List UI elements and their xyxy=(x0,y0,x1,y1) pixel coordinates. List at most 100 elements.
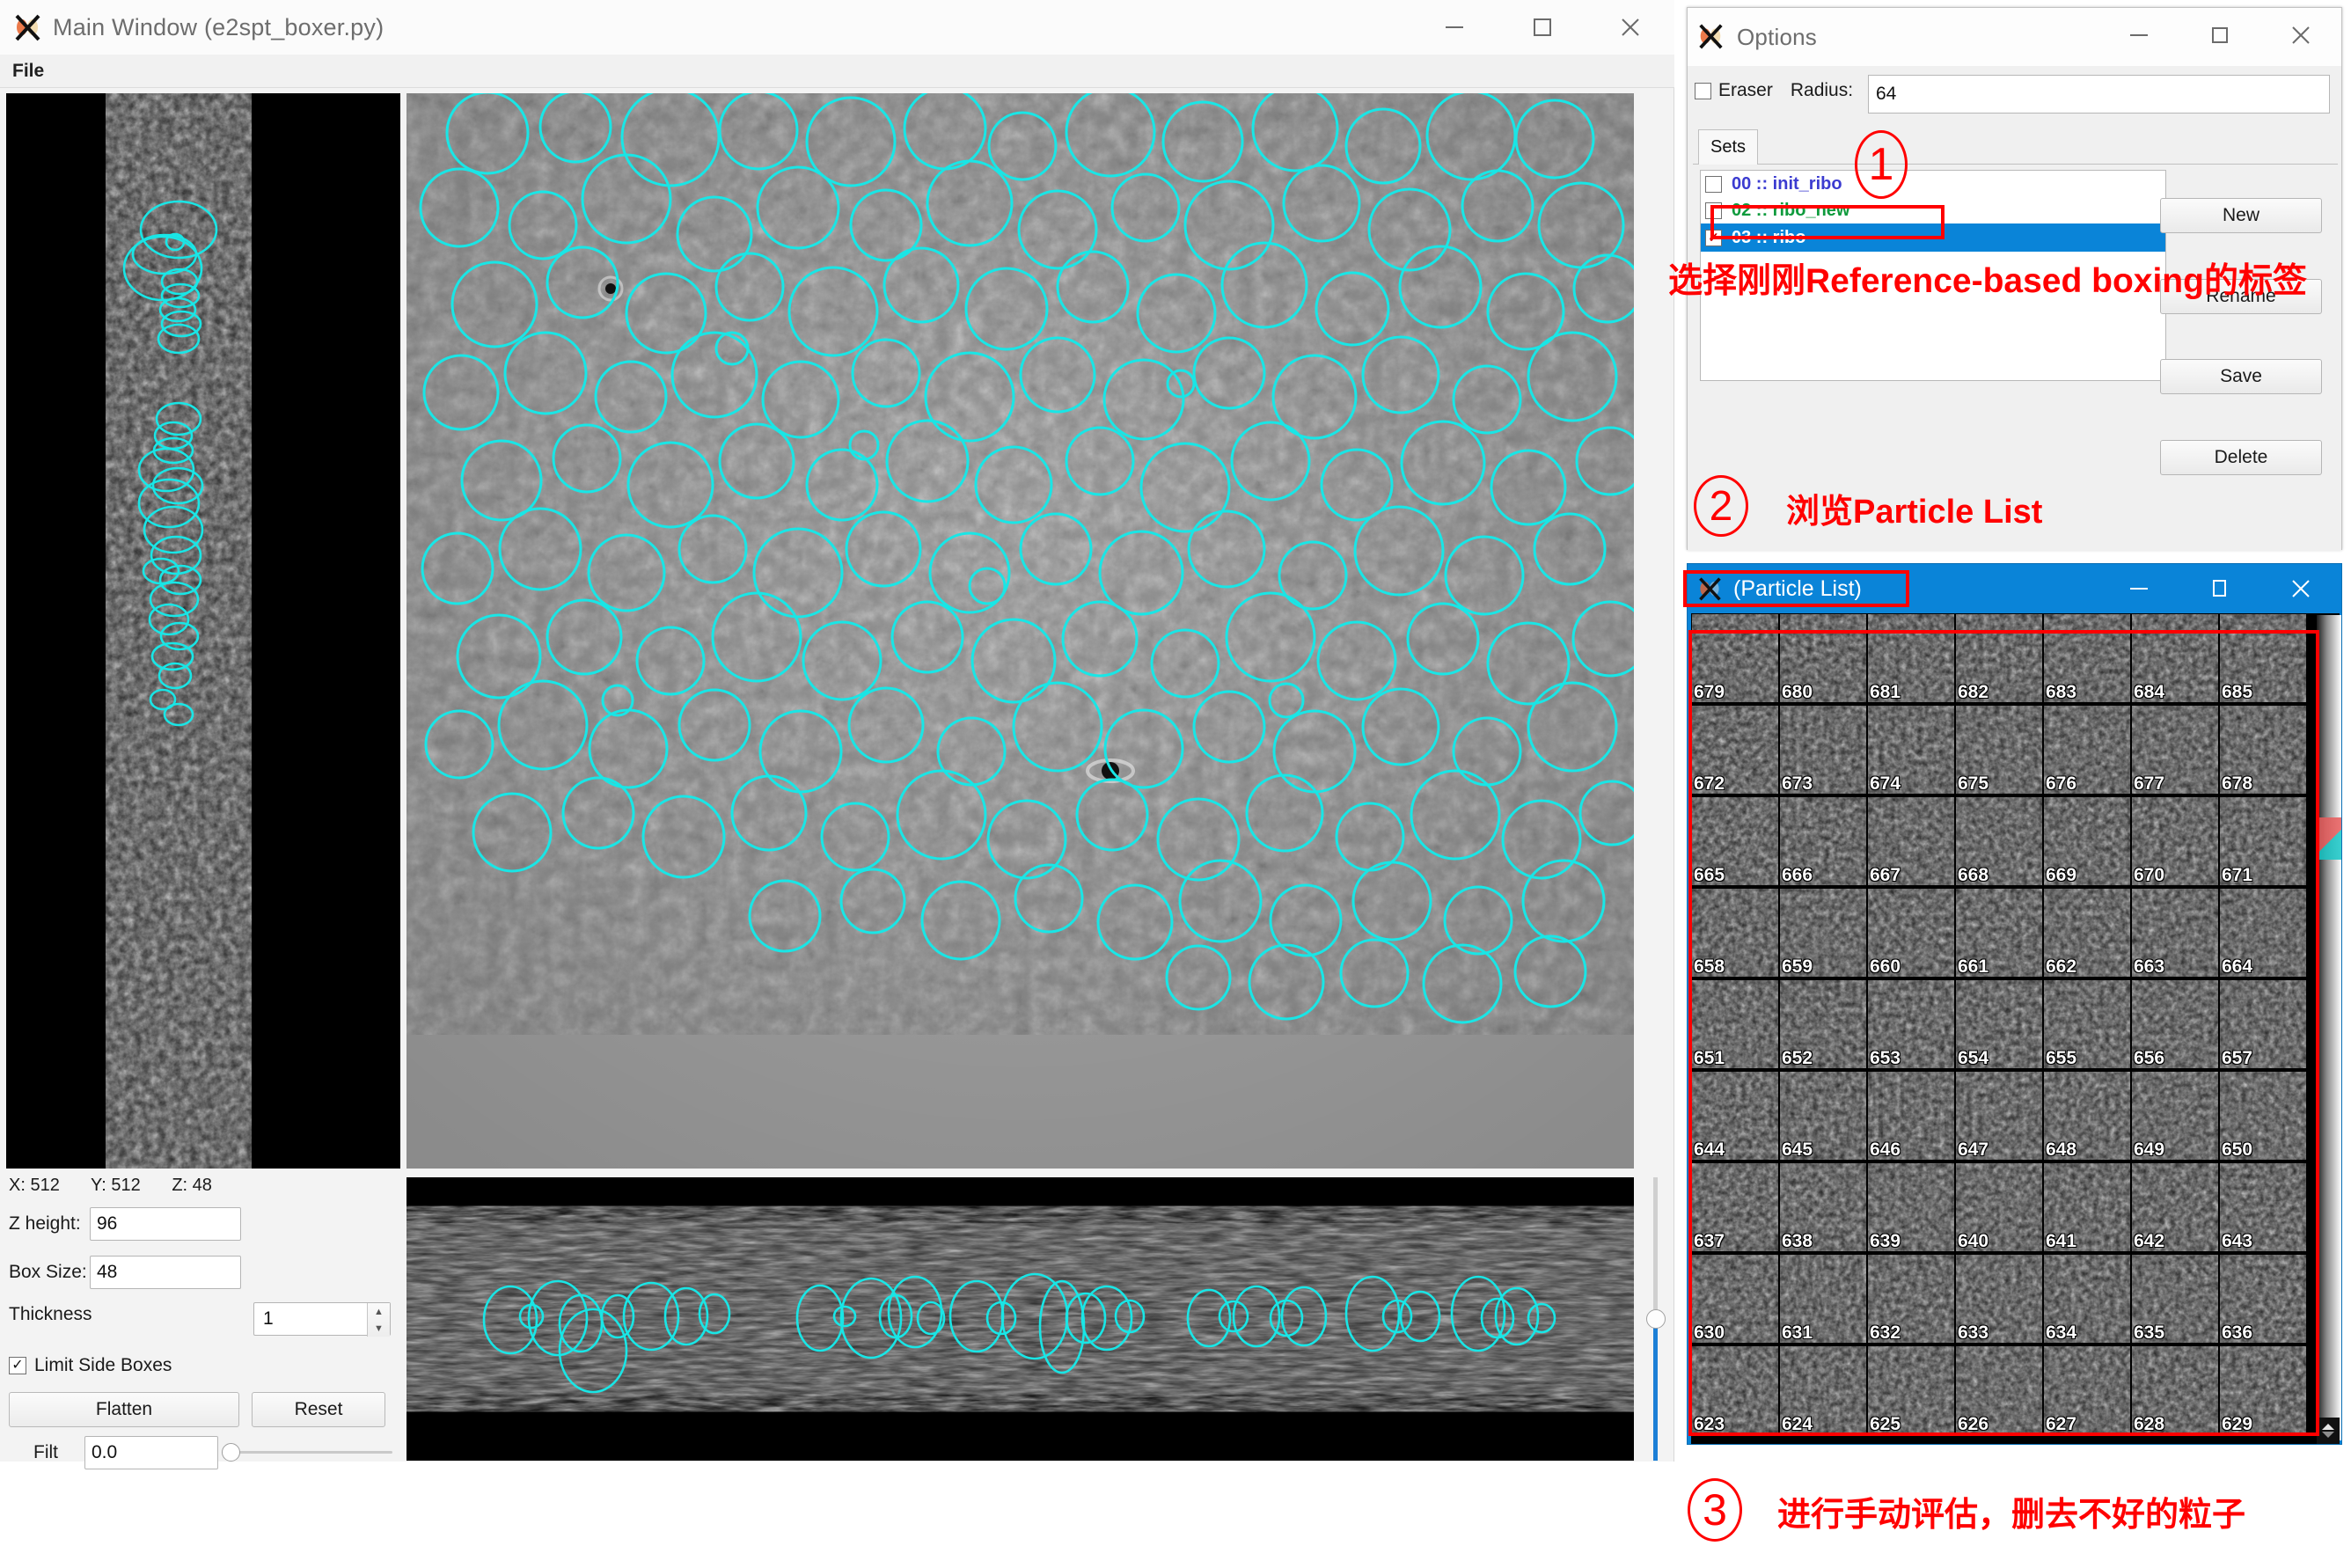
particle-thumbnail[interactable]: 681 xyxy=(1867,613,1955,705)
particle-thumbnail[interactable]: 646 xyxy=(1867,1071,1955,1162)
particle-thumbnail[interactable]: 671 xyxy=(2219,796,2307,888)
particle-thumbnail[interactable]: 675 xyxy=(1955,705,2043,796)
particle-thumbnail[interactable]: 676 xyxy=(2043,705,2131,796)
particle-thumbnail[interactable]: 672 xyxy=(1691,705,1779,796)
particle-thumbnail[interactable]: 660 xyxy=(1867,888,1955,979)
particle-thumbnail[interactable]: 645 xyxy=(1779,1071,1867,1162)
particle-thumbnail[interactable]: 626 xyxy=(1955,1345,2043,1437)
save-set-button[interactable]: Save xyxy=(2160,359,2322,394)
new-set-button[interactable]: New xyxy=(2160,198,2322,233)
chevron-down-icon[interactable]: ▼ xyxy=(374,1323,384,1334)
particle-thumbnail[interactable]: 641 xyxy=(2043,1162,2131,1254)
maximize-button[interactable] xyxy=(2179,564,2260,613)
particle-thumbnail[interactable]: 640 xyxy=(1955,1162,2043,1254)
scrollbar-thumb[interactable] xyxy=(1646,1309,1666,1329)
particle-thumbnail[interactable]: 643 xyxy=(2219,1162,2307,1254)
particle-thumbnail[interactable]: 630 xyxy=(1691,1254,1779,1345)
particle-thumbnail[interactable]: 661 xyxy=(1955,888,2043,979)
close-button[interactable] xyxy=(2260,564,2341,613)
minimize-button[interactable] xyxy=(2098,8,2179,62)
limit-side-boxes-checkbox[interactable]: ✓ xyxy=(9,1357,26,1374)
set-checkbox[interactable] xyxy=(1705,201,1722,219)
particle-grid[interactable]: 679 680 681 682 683 684 685 672 673 674 675 676 677 6… xyxy=(1691,613,2340,1444)
yz-slice-view[interactable] xyxy=(6,93,400,1169)
close-button[interactable] xyxy=(1586,0,1674,55)
xz-slice-view[interactable] xyxy=(406,1177,1634,1461)
eraser-row[interactable]: Eraser Radius: xyxy=(1695,80,1853,101)
particle-thumbnail[interactable]: 673 xyxy=(1779,705,1867,796)
filt-slider-handle[interactable] xyxy=(222,1443,240,1462)
set-list-item-1[interactable]: 02 :: ribo_new xyxy=(1701,197,2165,223)
particle-thumbnail[interactable]: 658 xyxy=(1691,888,1779,979)
particle-thumbnail[interactable]: 653 xyxy=(1867,979,1955,1071)
main-vertical-scrollbar[interactable] xyxy=(1641,1177,1669,1461)
particle-thumbnail[interactable]: 677 xyxy=(2131,705,2219,796)
particle-thumbnail[interactable]: 649 xyxy=(2131,1071,2219,1162)
particle-thumbnail[interactable]: 627 xyxy=(2043,1345,2131,1437)
scroll-down-arrow-icon[interactable] xyxy=(2317,1418,2340,1444)
flatten-button[interactable]: Flatten xyxy=(9,1392,239,1427)
maximize-button[interactable] xyxy=(1498,0,1586,55)
particle-thumbnail[interactable]: 662 xyxy=(2043,888,2131,979)
particle-thumbnail[interactable]: 639 xyxy=(1867,1162,1955,1254)
menu-item-file[interactable]: File xyxy=(0,61,53,82)
particle-thumbnail[interactable]: 636 xyxy=(2219,1254,2307,1345)
particle-thumbnail[interactable]: 669 xyxy=(2043,796,2131,888)
particle-list-scrollbar[interactable] xyxy=(2317,615,2341,1440)
particle-thumbnail[interactable]: 670 xyxy=(2131,796,2219,888)
particle-thumbnail[interactable]: 634 xyxy=(2043,1254,2131,1345)
minimize-button[interactable] xyxy=(1410,0,1498,55)
minimize-button[interactable] xyxy=(2098,564,2179,613)
scrollbar-thumb[interactable] xyxy=(2317,817,2341,860)
particle-thumbnail[interactable]: 637 xyxy=(1691,1162,1779,1254)
particle-thumbnail[interactable]: 685 xyxy=(2219,613,2307,705)
set-checkbox[interactable]: ✓ xyxy=(1705,229,1722,246)
particle-thumbnail[interactable]: 631 xyxy=(1779,1254,1867,1345)
particle-thumbnail[interactable]: 635 xyxy=(2131,1254,2219,1345)
tab-sets[interactable]: Sets xyxy=(1698,129,1758,165)
set-checkbox[interactable] xyxy=(1705,175,1722,193)
particle-thumbnail[interactable]: 668 xyxy=(1955,796,2043,888)
maximize-button[interactable] xyxy=(2179,8,2260,62)
limit-side-boxes-row[interactable]: ✓ Limit Side Boxes xyxy=(9,1355,172,1376)
particle-thumbnail[interactable]: 625 xyxy=(1867,1345,1955,1437)
particle-thumbnail[interactable]: 667 xyxy=(1867,796,1955,888)
particle-thumbnail[interactable]: 663 xyxy=(2131,888,2219,979)
particle-thumbnail[interactable]: 684 xyxy=(2131,613,2219,705)
particle-thumbnail[interactable]: 656 xyxy=(2131,979,2219,1071)
particle-thumbnail[interactable]: 644 xyxy=(1691,1071,1779,1162)
particle-thumbnail[interactable]: 651 xyxy=(1691,979,1779,1071)
filt-input[interactable]: 0.0 xyxy=(84,1436,218,1469)
delete-set-button[interactable]: Delete xyxy=(2160,440,2322,475)
particle-thumbnail[interactable]: 633 xyxy=(1955,1254,2043,1345)
particle-thumbnail[interactable]: 648 xyxy=(2043,1071,2131,1162)
particle-thumbnail[interactable]: 657 xyxy=(2219,979,2307,1071)
particle-thumbnail[interactable]: 647 xyxy=(1955,1071,2043,1162)
close-button[interactable] xyxy=(2260,8,2341,62)
set-list-item-2[interactable]: ✓ 03 :: ribo xyxy=(1701,223,2165,252)
particle-thumbnail[interactable]: 623 xyxy=(1691,1345,1779,1437)
particle-thumbnail[interactable]: 624 xyxy=(1779,1345,1867,1437)
particle-thumbnail[interactable]: 655 xyxy=(2043,979,2131,1071)
filt-slider-track[interactable] xyxy=(222,1451,392,1454)
reset-button[interactable]: Reset xyxy=(252,1392,385,1427)
particle-thumbnail[interactable]: 642 xyxy=(2131,1162,2219,1254)
particle-thumbnail[interactable]: 650 xyxy=(2219,1071,2307,1162)
particle-thumbnail[interactable]: 652 xyxy=(1779,979,1867,1071)
radius-input[interactable]: 64 xyxy=(1868,75,2330,114)
thickness-spinner-arrows[interactable]: ▲ ▼ xyxy=(367,1303,390,1337)
thickness-spinner[interactable]: 1 ▲ ▼ xyxy=(253,1302,391,1337)
particle-thumbnail[interactable]: 679 xyxy=(1691,613,1779,705)
particle-thumbnail[interactable]: 638 xyxy=(1779,1162,1867,1254)
set-list-item-0[interactable]: 00 :: init_ribo xyxy=(1701,171,2165,197)
filt-slider[interactable] xyxy=(222,1441,392,1463)
xy-slice-view[interactable] xyxy=(406,93,1634,1169)
particle-thumbnail[interactable]: 628 xyxy=(2131,1345,2219,1437)
particle-thumbnail[interactable]: 666 xyxy=(1779,796,1867,888)
particle-thumbnail[interactable]: 654 xyxy=(1955,979,2043,1071)
particle-thumbnail[interactable]: 678 xyxy=(2219,705,2307,796)
particle-thumbnail[interactable]: 683 xyxy=(2043,613,2131,705)
particle-thumbnail[interactable]: 664 xyxy=(2219,888,2307,979)
particle-thumbnail[interactable]: 674 xyxy=(1867,705,1955,796)
particle-thumbnail[interactable]: 665 xyxy=(1691,796,1779,888)
